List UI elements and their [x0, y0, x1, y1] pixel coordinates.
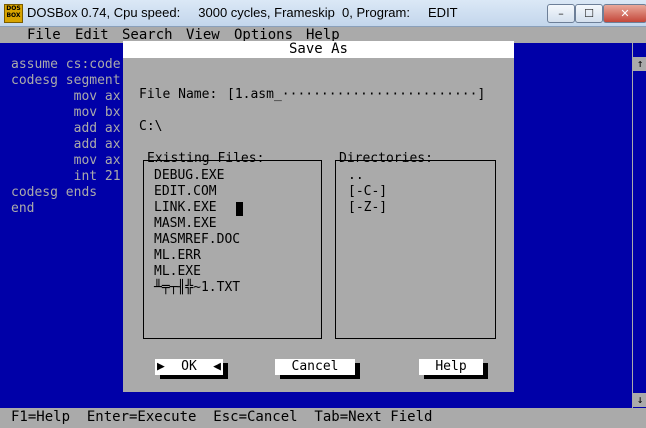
existing-files-list[interactable]: DEBUG.EXE EDIT.COM LINK.EXE MASM.EXE MAS… [143, 160, 322, 339]
editor-line: mov ax [11, 89, 121, 104]
maximize-button[interactable]: ☐ [575, 4, 603, 23]
ok-focus-icon: ▶ [157, 359, 165, 374]
menu-file[interactable]: File [27, 26, 61, 44]
status-text: F1=Help Enter=Execute Esc=Cancel Tab=Nex… [11, 409, 433, 425]
editor-line: assume cs:code [11, 57, 121, 72]
dos-screen: File Edit Search View Options Help assum… [0, 27, 646, 428]
help-button-label: Help [435, 359, 467, 374]
ok-focus-icon-right: ◀ [213, 359, 221, 374]
file-name-label: File Name: [139, 87, 218, 102]
list-item[interactable]: DEBUG.EXE [154, 168, 224, 184]
dosbox-window: DOS BOX DOSBox 0.74, Cpu speed: 3000 cyc… [0, 0, 646, 428]
window-title: DOSBox 0.74, Cpu speed: 3000 cycles, Fra… [27, 5, 458, 20]
list-item[interactable]: ╨╤┬╢╬~1.TXT [154, 280, 240, 296]
help-button[interactable]: Help [419, 359, 483, 375]
dosbox-icon-text: DOS BOX [6, 5, 21, 19]
vertical-scrollbar[interactable]: ↑ ↓ [632, 43, 646, 409]
list-item[interactable]: EDIT.COM [154, 184, 217, 200]
minimize-button[interactable]: – [547, 4, 575, 23]
minimize-icon: – [558, 7, 564, 20]
text-cursor [236, 202, 243, 216]
list-item[interactable]: [-C-] [348, 184, 387, 200]
status-bar: F1=Help Enter=Execute Esc=Cancel Tab=Nex… [0, 408, 646, 428]
editor-line: int 21 [11, 169, 121, 184]
title-bar[interactable]: DOS BOX DOSBox 0.74, Cpu speed: 3000 cyc… [0, 0, 646, 27]
editor-line: codesg segment [11, 73, 121, 88]
list-item[interactable]: .. [348, 168, 364, 184]
maximize-icon: ☐ [584, 7, 594, 20]
editor-line: add ax [11, 121, 121, 136]
list-item[interactable]: ML.EXE [154, 264, 201, 280]
dialog-title: Save As [123, 41, 514, 58]
cancel-button[interactable]: Cancel [275, 359, 355, 375]
list-item[interactable]: [-Z-] [348, 200, 387, 216]
current-directory: C:\ [139, 119, 163, 134]
list-item[interactable]: MASM.EXE [154, 216, 217, 232]
list-item[interactable]: MASMREF.DOC [154, 232, 240, 248]
close-icon: ✕ [620, 7, 630, 20]
menu-edit[interactable]: Edit [75, 26, 109, 44]
file-name-input[interactable]: [1.asm_·························] [227, 87, 485, 102]
editor-line: add ax [11, 137, 121, 152]
editor-line: codesg ends [11, 185, 98, 200]
editor-line: mov bx [11, 105, 121, 120]
save-as-dialog: Save As File Name: [1.asm_··············… [123, 41, 514, 392]
ok-button-label: OK [181, 359, 197, 374]
dosbox-icon: DOS BOX [4, 4, 23, 23]
scroll-down-icon[interactable]: ↓ [633, 393, 646, 407]
editor-line: end [11, 201, 35, 216]
close-button[interactable]: ✕ [603, 4, 646, 23]
scroll-up-icon[interactable]: ↑ [633, 57, 646, 71]
directories-list[interactable]: .. [-C-] [-Z-] [335, 160, 496, 339]
ok-button[interactable]: ▶ OK ◀ [155, 359, 223, 375]
list-item[interactable]: ML.ERR [154, 248, 201, 264]
list-item[interactable]: LINK.EXE [154, 200, 217, 216]
editor-line: mov ax [11, 153, 121, 168]
cancel-button-label: Cancel [291, 359, 339, 374]
